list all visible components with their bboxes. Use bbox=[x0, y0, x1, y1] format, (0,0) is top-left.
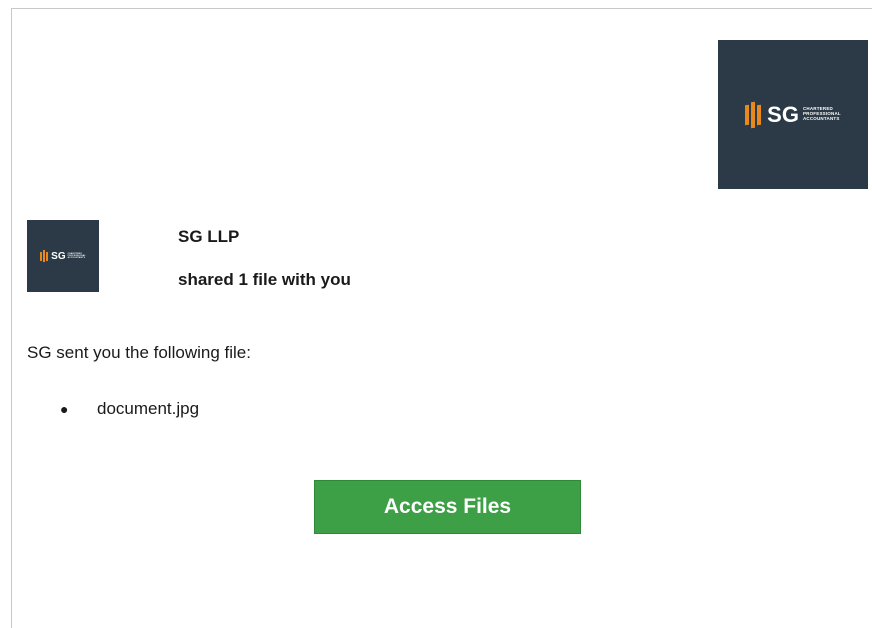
logo-tagline: CHARTERED PROFESSIONAL ACCOUNTANTS bbox=[802, 106, 841, 121]
company-logo-large: SG CHARTERED PROFESSIONAL ACCOUNTANTS bbox=[718, 40, 868, 189]
sender-avatar: SG CHARTERED PROFESSIONAL ACCOUNTANTS bbox=[27, 220, 99, 292]
intro-text: SG sent you the following file: bbox=[27, 343, 251, 362]
avatar-mark: SG bbox=[51, 250, 66, 262]
avatar-tagline: CHARTERED PROFESSIONAL ACCOUNTANTS bbox=[67, 252, 86, 260]
sender-name: SG LLP bbox=[178, 227, 240, 246]
list-item: ● document.jpg bbox=[60, 399, 199, 419]
file-list: ● document.jpg bbox=[60, 399, 199, 419]
bullet-icon: ● bbox=[60, 401, 69, 417]
access-files-button[interactable]: Access Files bbox=[314, 480, 581, 534]
logo-bars-icon bbox=[745, 101, 762, 128]
logo-mark: SG bbox=[767, 101, 799, 127]
file-name: document.jpg bbox=[97, 399, 200, 418]
avatar-bars-icon bbox=[40, 249, 49, 263]
share-message: shared 1 file with you bbox=[178, 270, 351, 289]
